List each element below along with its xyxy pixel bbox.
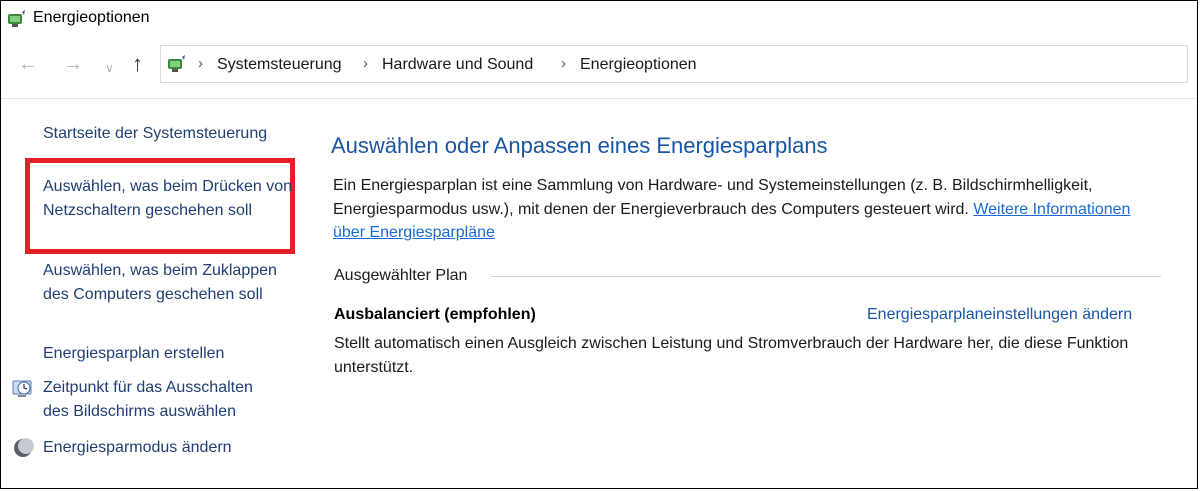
plan-description: Stellt automatisch einen Ausgleich zwisc… xyxy=(334,335,1129,376)
sidebar-link-power-buttons[interactable]: Auswählen, was beim Drücken von Netzscha… xyxy=(43,175,303,222)
toolbar-divider xyxy=(1,98,1197,99)
control-panel-icon xyxy=(168,55,185,72)
window-title: Energieoptionen xyxy=(33,9,150,26)
navigation-bar: ← → ∨ ↑ › Systemsteuerung › Hardware und… xyxy=(1,41,1197,89)
back-arrow-icon[interactable]: ← xyxy=(18,53,38,75)
breadcrumb-separator-icon: › xyxy=(561,55,566,72)
sidebar-link-create-plan[interactable]: Energiesparplan erstellen xyxy=(43,342,224,366)
breadcrumb-energieoptionen[interactable]: Energieoptionen xyxy=(580,56,697,74)
breadcrumb-hardware-sound[interactable]: Hardware und Sound xyxy=(382,56,533,74)
forward-arrow-icon[interactable]: → xyxy=(63,53,83,75)
group-divider xyxy=(491,276,1161,277)
control-panel-window: Energieoptionen ← → ∨ ↑ › Systemsteuerun… xyxy=(0,0,1198,489)
plan-name: Ausbalanciert (empfohlen) xyxy=(334,306,536,323)
change-plan-settings-link[interactable]: Energiesparplaneinstellungen ändern xyxy=(867,306,1132,324)
breadcrumb-separator-icon: › xyxy=(198,55,203,72)
sleep-moon-icon xyxy=(14,438,34,457)
power-options-icon xyxy=(8,10,25,27)
page-title: Auswählen oder Anpassen eines Energiespa… xyxy=(331,133,828,158)
recent-locations-chevron-icon[interactable]: ∨ xyxy=(105,57,114,79)
display-clock-icon xyxy=(12,380,32,397)
title-bar: Energieoptionen xyxy=(1,1,1197,35)
up-arrow-icon[interactable]: ↑ xyxy=(132,53,143,75)
sidebar-link-home[interactable]: Startseite der Systemsteuerung xyxy=(43,122,267,146)
breadcrumb-systemsteuerung[interactable]: Systemsteuerung xyxy=(217,56,342,74)
sidebar-link-display-off[interactable]: Zeitpunkt für das Ausschalten des Bildsc… xyxy=(43,376,283,423)
address-bar[interactable]: › Systemsteuerung › Hardware und Sound ›… xyxy=(160,45,1188,83)
sidebar-link-lid-close[interactable]: Auswählen, was beim Zuklappen des Comput… xyxy=(43,259,283,306)
sidebar-link-sleep-mode[interactable]: Energiesparmodus ändern xyxy=(43,436,232,460)
selected-plan-label: Ausgewählter Plan xyxy=(334,267,468,284)
page-description: Ein Energiesparplan ist eine Sammlung vo… xyxy=(333,174,1163,245)
breadcrumb-separator-icon: › xyxy=(363,55,368,72)
